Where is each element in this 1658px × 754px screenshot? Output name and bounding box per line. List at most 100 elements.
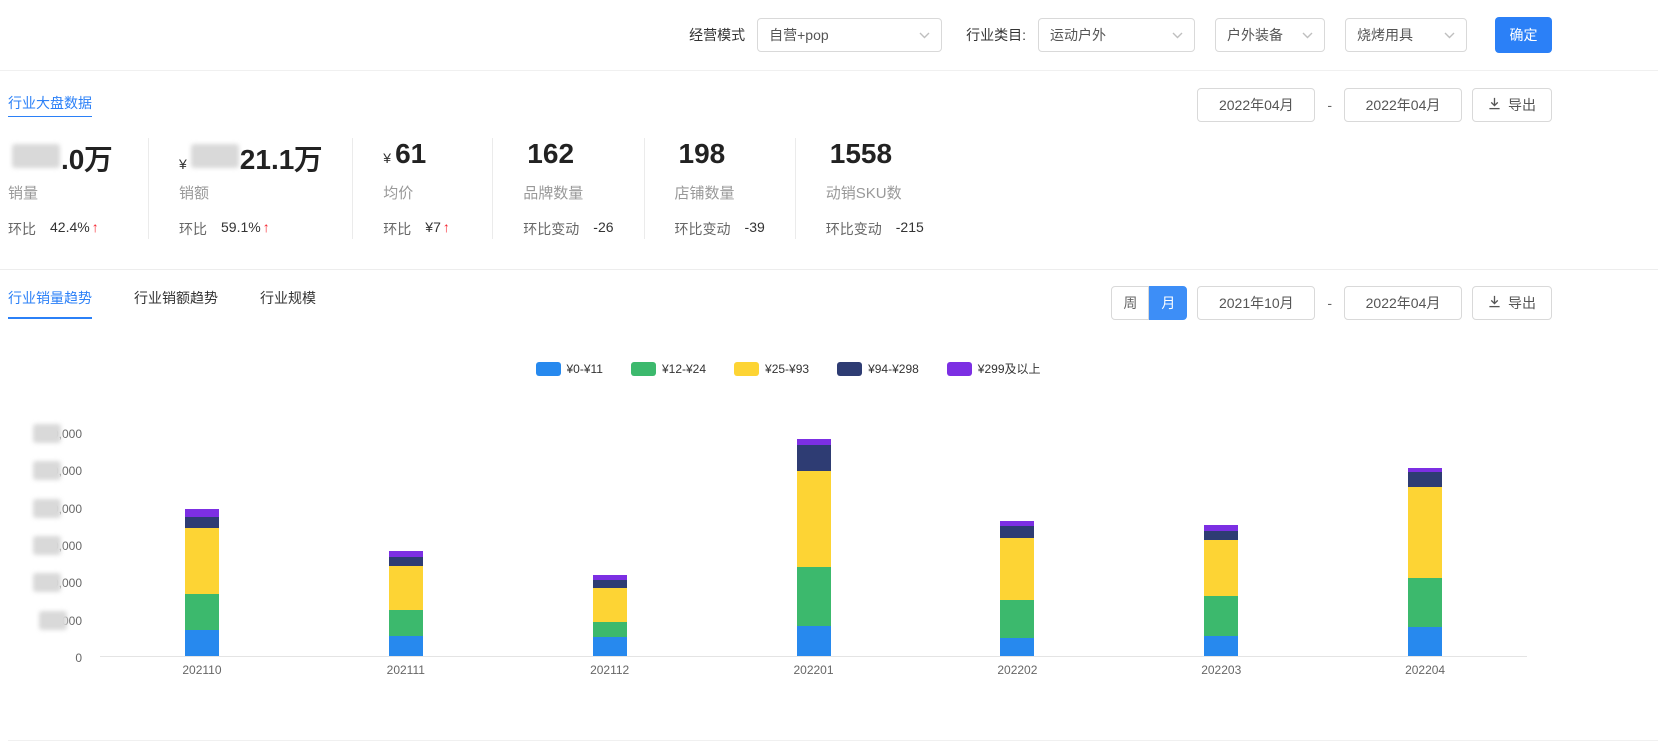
currency-symbol: ¥ bbox=[179, 156, 187, 172]
stat-sub-label: 环比 bbox=[383, 221, 412, 237]
y-tick-label: 250,000 bbox=[32, 461, 82, 481]
week-toggle-button[interactable]: 周 bbox=[1111, 286, 1150, 320]
stat-card: 162 品牌数量 环比变动 -26 bbox=[492, 138, 643, 239]
legend-item[interactable]: ¥12-¥24 bbox=[630, 360, 707, 377]
bar-segment bbox=[184, 528, 219, 595]
y-tick-label: 0 bbox=[75, 651, 82, 665]
legend-label: ¥12-¥24 bbox=[661, 361, 707, 376]
stat-label: 销量 bbox=[8, 185, 39, 202]
stat-sub-label: 环比变动 bbox=[674, 221, 731, 237]
legend-swatch bbox=[734, 361, 760, 376]
stat-label: 品牌数量 bbox=[523, 185, 584, 202]
overview-date-end[interactable]: 2022年04月 bbox=[1344, 88, 1462, 122]
bar-segment bbox=[1204, 540, 1239, 596]
stat-sub: 环比 59.1% ↑ bbox=[179, 219, 322, 239]
x-axis-label: 202110 bbox=[182, 663, 222, 677]
stat-sub: 环比变动 -26 bbox=[523, 219, 613, 239]
tab-item[interactable]: 行业销额趋势 bbox=[134, 288, 218, 319]
currency-symbol: ¥ bbox=[383, 150, 392, 166]
chevron-down-icon bbox=[1302, 32, 1313, 39]
legend-item[interactable]: ¥0-¥11 bbox=[535, 360, 603, 377]
overview-date-start[interactable]: 2022年04月 bbox=[1197, 88, 1316, 122]
bar-segment bbox=[184, 509, 219, 518]
bar-segment bbox=[1408, 486, 1443, 578]
export-label: 导出 bbox=[1508, 97, 1536, 113]
bar-column: 202201 bbox=[712, 433, 916, 677]
stat-card: .0万 销量 环比 42.4% ↑ bbox=[8, 138, 148, 239]
stat-card: 198 店铺数量 环比变动 -39 bbox=[643, 138, 795, 239]
stat-card: 1558 动销SKU数 环比变动 -215 bbox=[794, 138, 954, 239]
subcategory-select[interactable]: 户外装备 bbox=[1215, 18, 1325, 52]
bar-segment bbox=[1204, 530, 1239, 541]
category-select[interactable]: 运动户外 bbox=[1038, 18, 1195, 52]
month-toggle-button[interactable]: 月 bbox=[1149, 286, 1188, 320]
bar-segment bbox=[184, 517, 219, 529]
trend-date-start[interactable]: 2021年10月 bbox=[1197, 286, 1316, 320]
category-label: 行业类目: bbox=[966, 27, 1026, 43]
chevron-down-icon bbox=[919, 32, 930, 39]
download-icon bbox=[1488, 97, 1501, 113]
legend-item[interactable]: ¥25-¥93 bbox=[734, 360, 809, 377]
bar-column: 202112 bbox=[508, 433, 712, 677]
x-axis-label: 202202 bbox=[997, 663, 1038, 677]
business-mode-select[interactable]: 自营+pop bbox=[757, 18, 943, 52]
legend-item[interactable]: ¥94-¥298 bbox=[837, 360, 919, 377]
bar-segment bbox=[388, 566, 423, 610]
tab-item[interactable]: 行业规模 bbox=[260, 288, 316, 319]
redacted-blur bbox=[32, 498, 61, 518]
redacted-blur bbox=[32, 536, 61, 555]
stat-sub-value: 59.1% bbox=[221, 219, 261, 235]
trend-section: 行业销量趋势 行业销额趋势 行业规模 周 月 2021年10月 - 2022年04月… bbox=[0, 270, 1658, 741]
stat-label: 店铺数量 bbox=[674, 185, 735, 202]
category-value: 运动户外 bbox=[1050, 27, 1106, 43]
stat-sub-label: 环比变动 bbox=[523, 221, 580, 237]
stat-value: .0万 bbox=[8, 138, 118, 175]
redacted-blur bbox=[39, 610, 68, 630]
stat-number: 162 bbox=[527, 138, 575, 169]
x-axis-label: 202111 bbox=[386, 663, 425, 677]
trend-date-end[interactable]: 2022年04月 bbox=[1344, 286, 1462, 320]
chart-legend: ¥0-¥11 ¥12-¥24 ¥25-¥93 ¥94-¥298 ¥299及以上 bbox=[8, 360, 1568, 377]
export-label: 导出 bbox=[1508, 295, 1536, 311]
bar-segment bbox=[796, 567, 831, 627]
x-axis-label: 202201 bbox=[793, 663, 834, 677]
overview-export-button[interactable]: 导出 bbox=[1472, 88, 1552, 122]
subsubcategory-select[interactable]: 烧烤用具 bbox=[1345, 18, 1467, 52]
x-axis-label: 202112 bbox=[590, 663, 630, 677]
stat-sub-value: ¥7 bbox=[425, 219, 441, 235]
overview-title-link[interactable]: 行业大盘数据 bbox=[8, 93, 92, 117]
bar-segment bbox=[388, 635, 423, 656]
legend-label: ¥299及以上 bbox=[977, 362, 1041, 376]
confirm-button[interactable]: 确定 bbox=[1495, 17, 1552, 53]
stat-value: 1558 bbox=[826, 138, 924, 174]
chevron-down-icon bbox=[1172, 32, 1183, 39]
y-tick-label: 200,000 bbox=[32, 498, 82, 518]
bar-column: 202203 bbox=[1119, 433, 1323, 677]
bar-segment bbox=[592, 637, 627, 656]
bar-segment bbox=[1000, 538, 1035, 601]
bar-segment bbox=[592, 622, 627, 638]
tab-active[interactable]: 行业销量趋势 bbox=[8, 288, 92, 319]
redacted-blur bbox=[12, 144, 60, 168]
stat-sub-label: 环比 bbox=[8, 221, 36, 237]
stacked-bar bbox=[184, 509, 219, 656]
bar-segment bbox=[592, 588, 627, 623]
up-arrow-icon: ↑ bbox=[91, 219, 99, 235]
stacked-bar-chart: 0 50,000 100,000 150,000 200,000 250,000 300,0… bbox=[8, 424, 1658, 695]
legend-swatch bbox=[630, 361, 656, 376]
stat-value: ¥61 bbox=[383, 138, 462, 174]
bar-segment bbox=[1408, 626, 1443, 656]
up-arrow-icon: ↑ bbox=[262, 219, 270, 235]
y-axis: 0 50,000 100,000 150,000 200,000 250,000 300,0… bbox=[8, 424, 92, 665]
chevron-down-icon bbox=[1444, 32, 1455, 39]
trend-export-button[interactable]: 导出 bbox=[1472, 286, 1552, 320]
date-range-separator: - bbox=[1327, 295, 1332, 311]
y-tick-label: 50,000 bbox=[39, 610, 82, 630]
stat-number: .0万 bbox=[61, 144, 113, 175]
bar-segment bbox=[1000, 638, 1035, 656]
legend-item[interactable]: ¥299及以上 bbox=[946, 360, 1041, 377]
x-axis-label: 202204 bbox=[1405, 663, 1446, 677]
bar-segment bbox=[184, 594, 219, 630]
stacked-bar bbox=[796, 439, 831, 656]
bar-column: 202111 bbox=[304, 433, 508, 677]
